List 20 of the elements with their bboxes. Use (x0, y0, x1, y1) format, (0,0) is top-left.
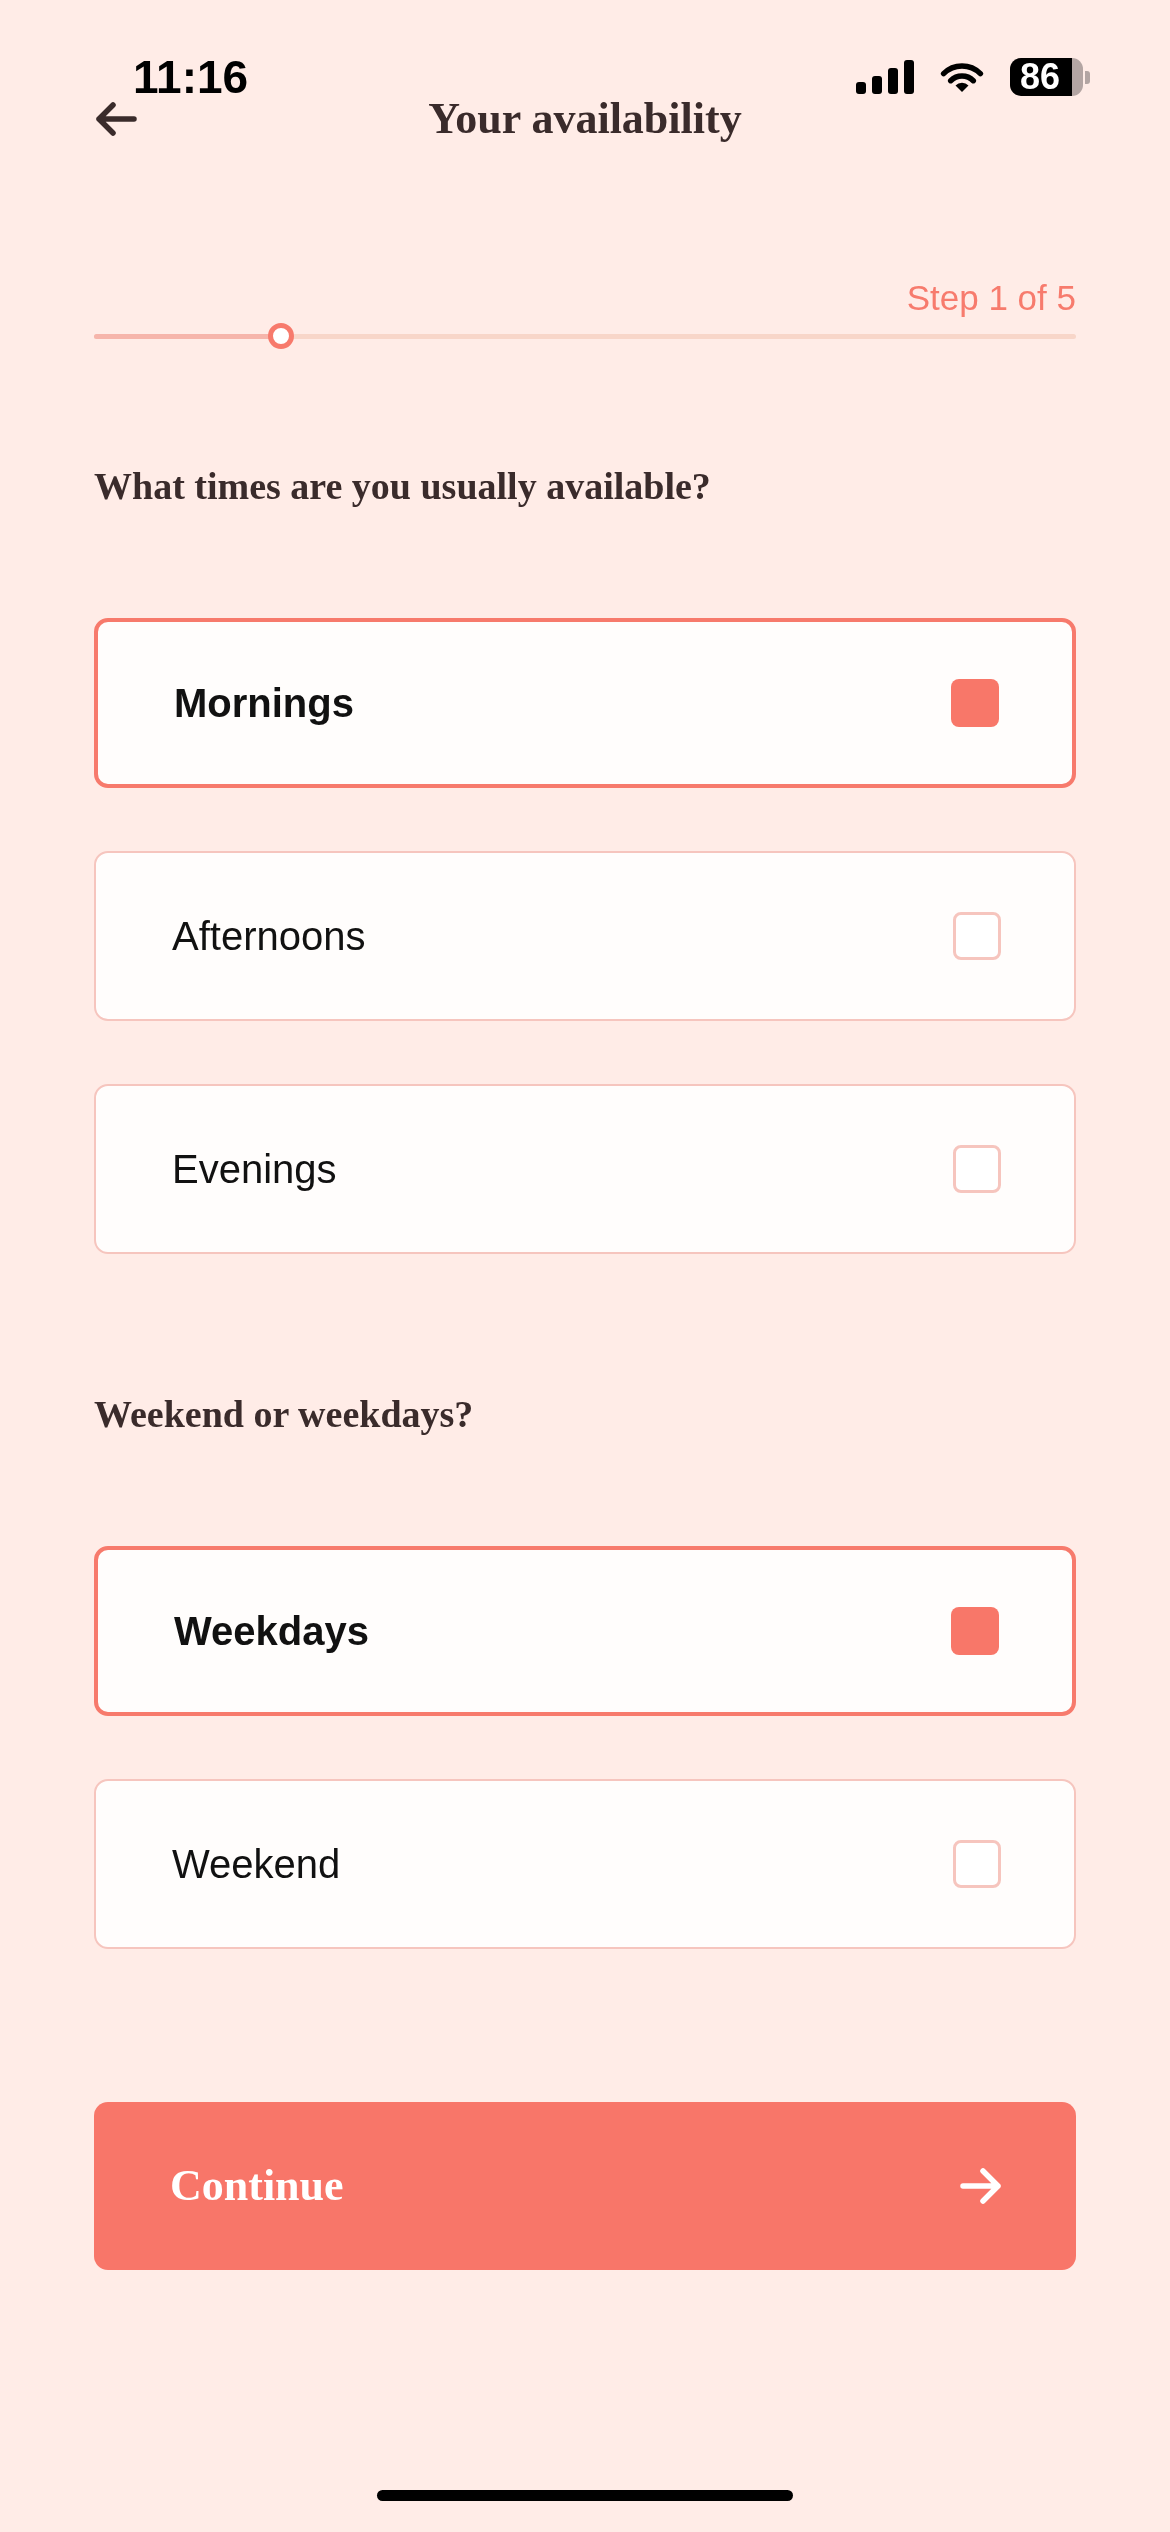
option-card[interactable]: Weekdays (94, 1546, 1076, 1716)
option-card[interactable]: Afternoons (94, 851, 1076, 1021)
checkbox[interactable] (953, 912, 1001, 960)
step-label: Step 1 of 5 (906, 277, 1076, 319)
option-card[interactable]: Weekend (94, 1779, 1076, 1949)
screen-title: Your availability (428, 98, 742, 140)
arrow-right-icon (960, 2166, 1002, 2206)
option-card[interactable]: Evenings (94, 1084, 1076, 1254)
checkbox[interactable] (951, 679, 999, 727)
signal-icon (856, 60, 914, 94)
back-arrow-icon[interactable] (94, 101, 137, 137)
question-text: What times are you usually available? (94, 464, 712, 508)
battery-indicator: 86 (1010, 58, 1090, 96)
checkbox[interactable] (953, 1145, 1001, 1193)
option-card[interactable]: Mornings (94, 618, 1076, 788)
checkbox[interactable] (953, 1840, 1001, 1888)
wifi-icon (940, 61, 984, 93)
status-time: 11:16 (133, 56, 249, 98)
question-text: Weekend or weekdays? (94, 1392, 475, 1436)
checkbox[interactable] (951, 1607, 999, 1655)
